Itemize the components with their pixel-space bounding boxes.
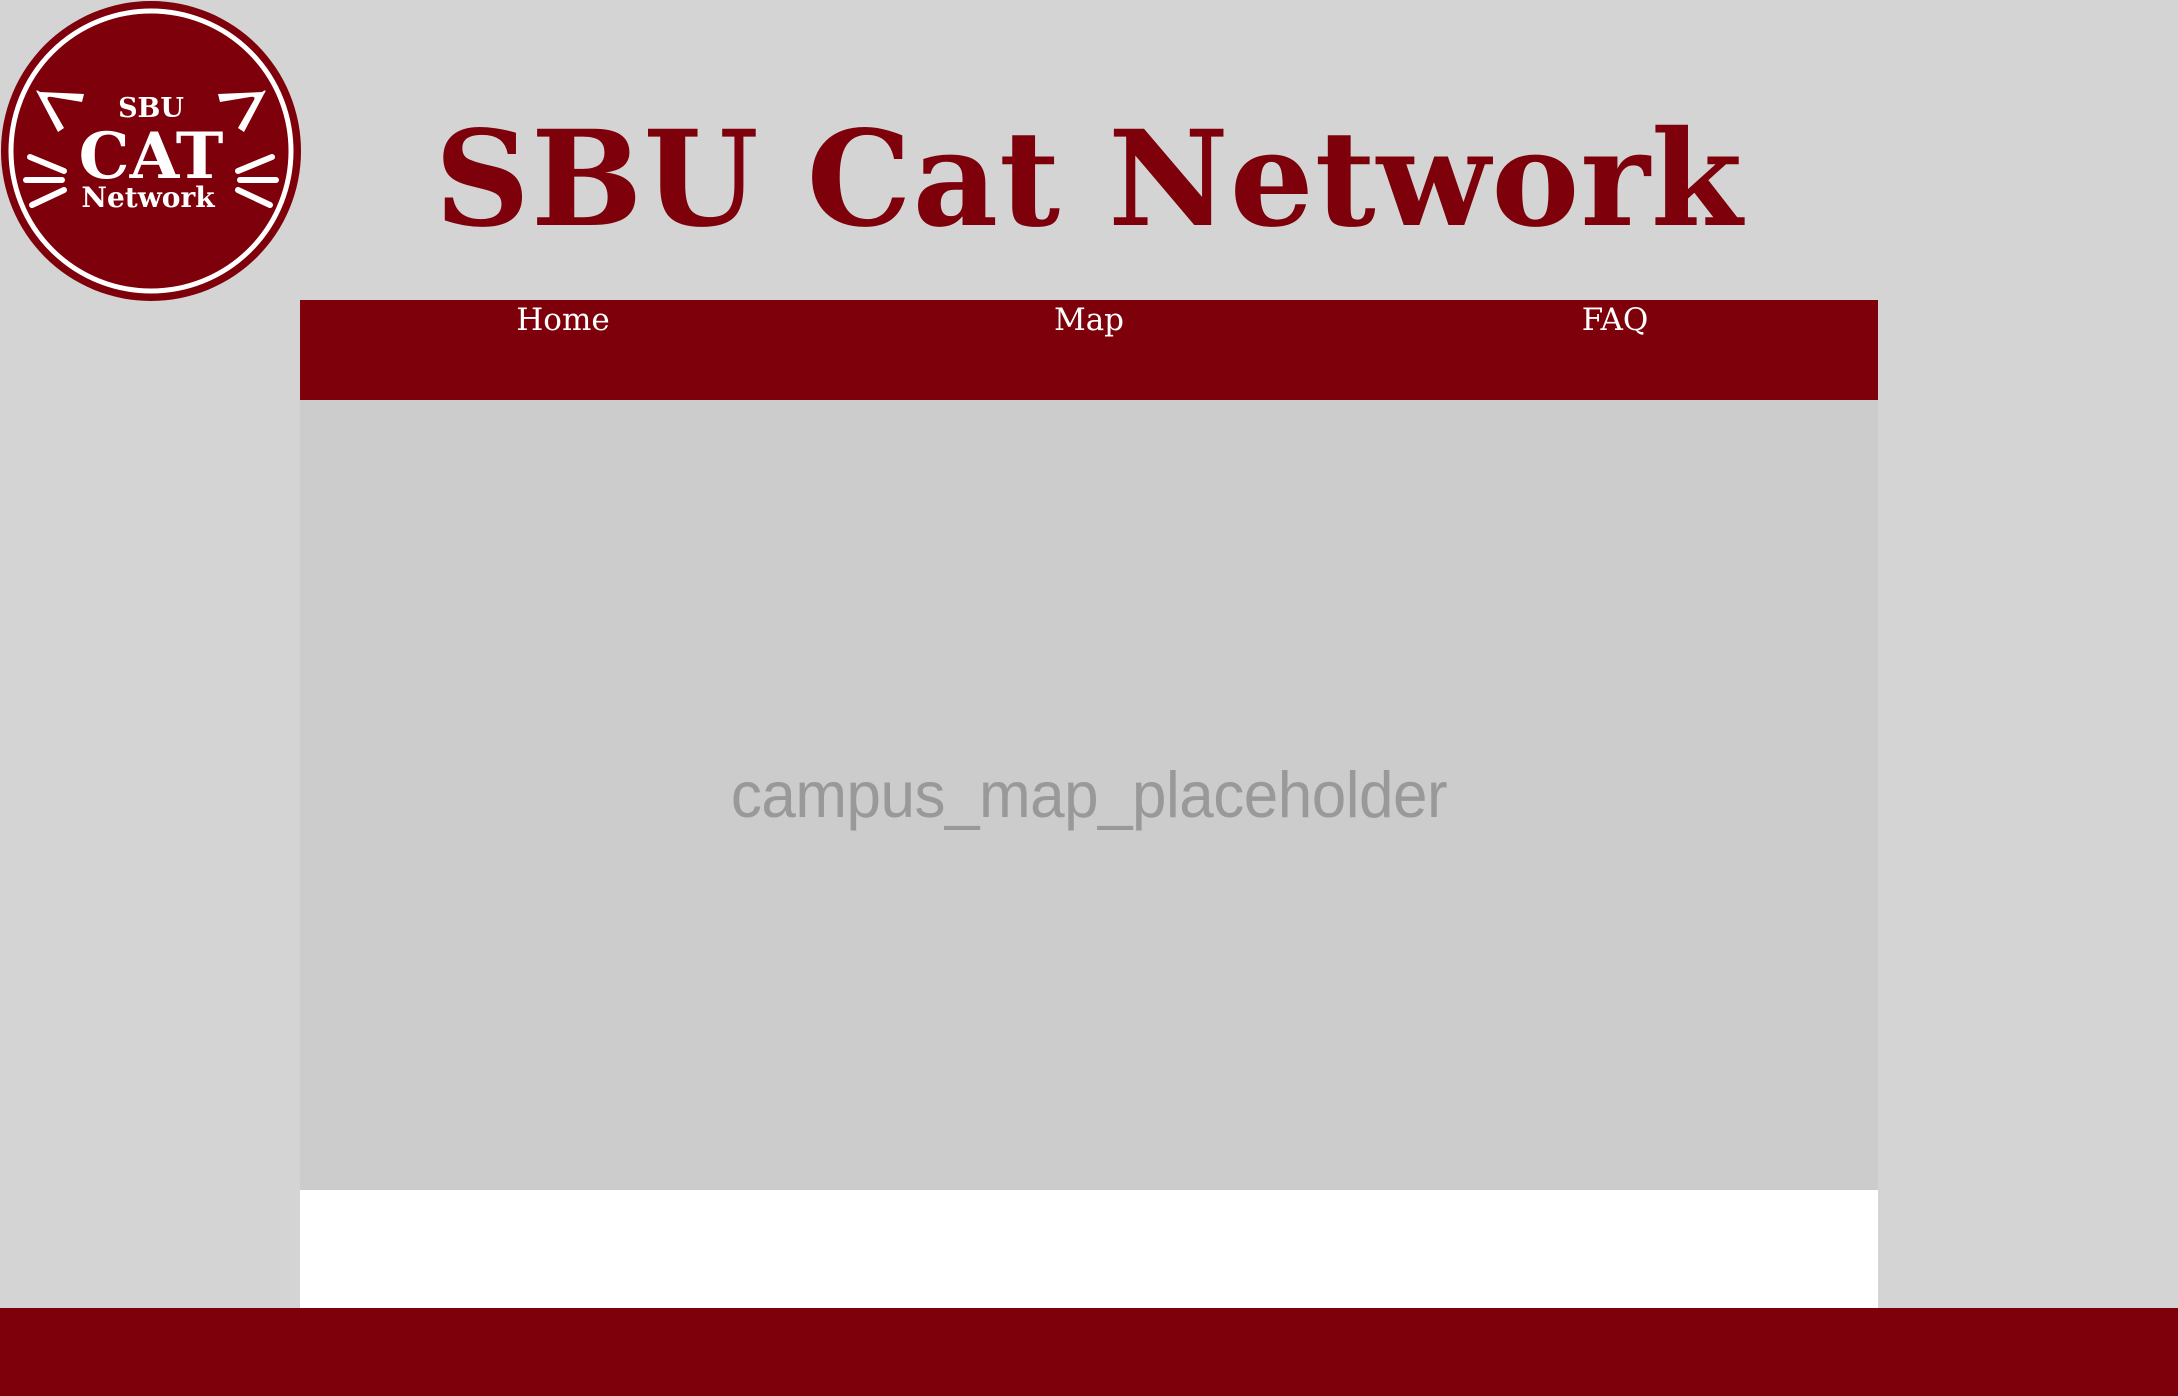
site-title: SBU Cat Network: [434, 102, 1744, 257]
site-logo[interactable]: SBU CAT Network: [0, 0, 302, 302]
nav-home-link[interactable]: Home: [300, 300, 826, 340]
main-content: Home Map FAQ campus_map_placeholder: [300, 300, 1878, 1308]
map-placeholder-text: campus_map_placeholder: [730, 758, 1448, 832]
nav-faq-link[interactable]: FAQ: [1352, 300, 1878, 340]
logo-line-network: Network: [81, 181, 215, 214]
page-footer: [0, 1308, 2178, 1396]
cat-logo-icon: SBU CAT Network: [1, 1, 301, 301]
campus-map[interactable]: campus_map_placeholder: [300, 400, 1878, 1190]
nav-map-link[interactable]: Map: [826, 300, 1352, 340]
nav-bar: Home Map FAQ: [300, 300, 1878, 400]
